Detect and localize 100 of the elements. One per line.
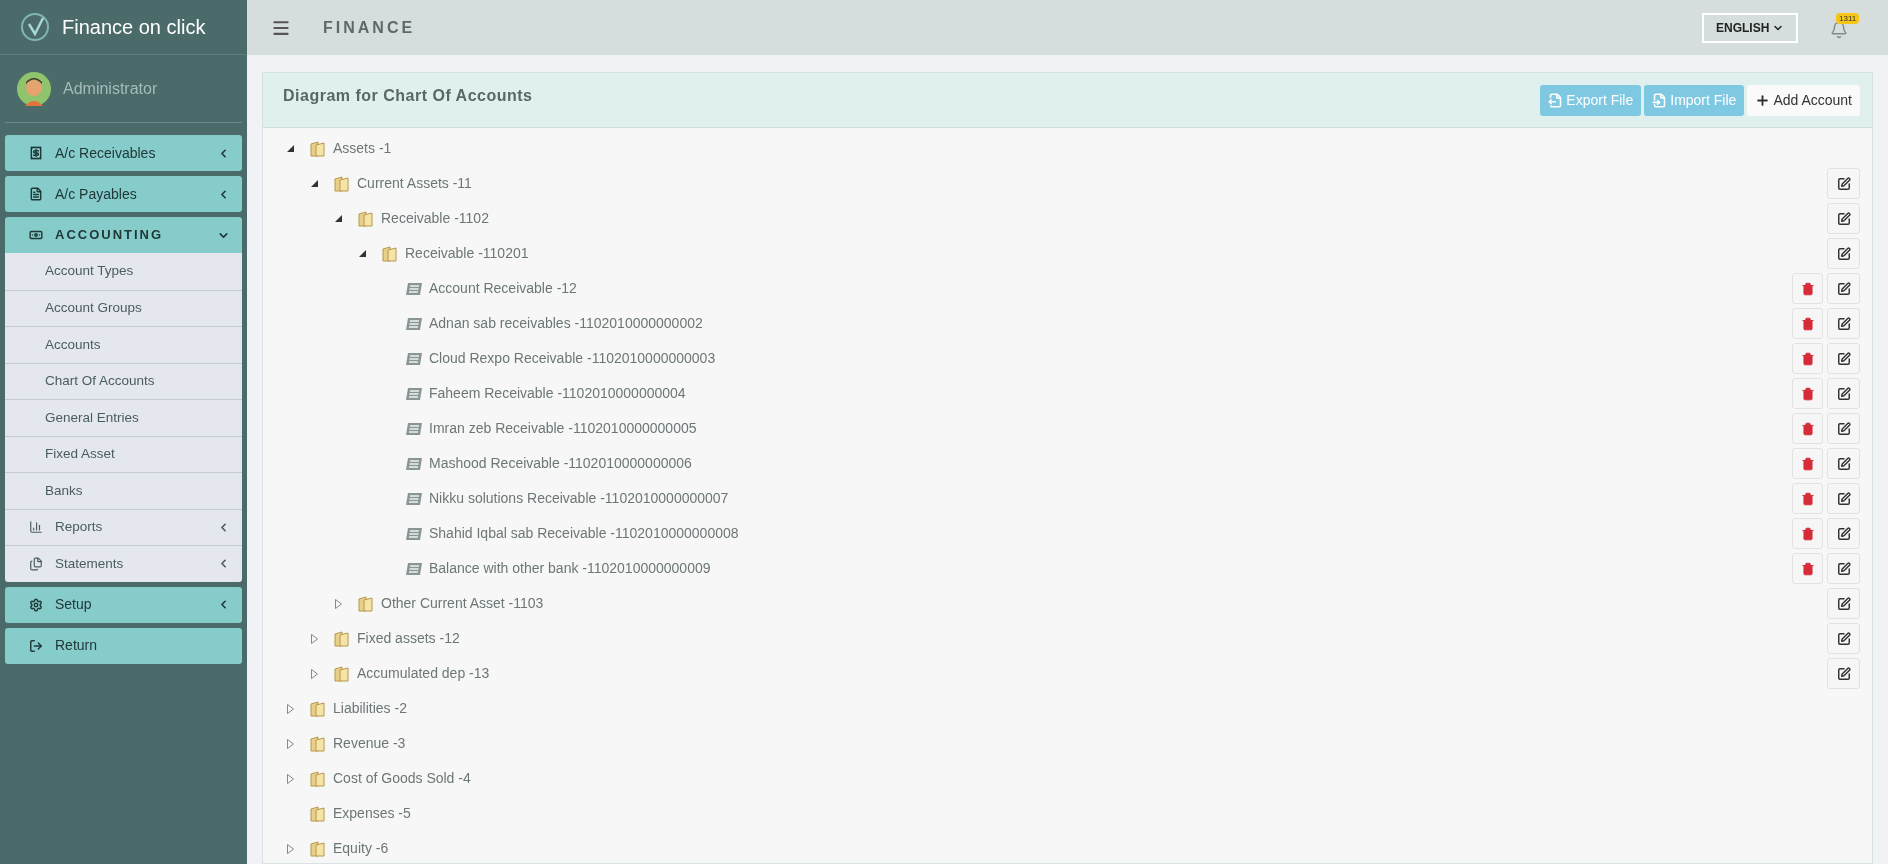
edit-icon [1836,351,1851,366]
tree-node-label[interactable]: Other Current Asset -1103 [381,593,544,614]
trash-icon [1800,316,1815,331]
collapsed-toggle-icon[interactable] [287,843,294,854]
collapsed-toggle-icon[interactable] [311,668,318,679]
ledger-icon [405,316,423,331]
trash-icon [1800,281,1815,296]
collapsed-toggle-icon[interactable] [287,773,294,784]
ledger-icon [405,526,423,541]
folder-icon [333,629,351,648]
tree-node-label[interactable]: Expenses -5 [333,803,411,824]
ledger-icon [405,421,423,436]
edit-button[interactable] [1827,553,1860,584]
edit-button[interactable] [1827,203,1860,234]
edit-icon [1836,176,1851,191]
submenu-item[interactable]: General Entries [5,399,242,436]
tree-node-label[interactable]: Revenue -3 [333,733,406,754]
delete-button[interactable] [1792,308,1823,339]
folder-icon [309,769,327,788]
edit-button[interactable] [1827,238,1860,269]
edit-button[interactable] [1827,448,1860,479]
tree-node-label[interactable]: Receivable -1102 [381,208,489,229]
edit-button[interactable] [1827,378,1860,409]
add-button[interactable]: Add Account [1747,84,1860,116]
tree-node-label[interactable]: Mashood Receivable -1102010000000006 [429,453,692,474]
submenu-item[interactable]: Accounts [5,326,242,363]
collapsed-toggle-icon[interactable] [287,738,294,749]
submenu-item[interactable]: Banks [5,472,242,509]
edit-button[interactable] [1827,518,1860,549]
panel-title: Diagram for Chart Of Accounts [283,86,534,106]
tree-node-label[interactable]: Adnan sab receivables -1102010000000002 [429,313,703,334]
expanded-toggle-icon[interactable] [359,250,366,257]
language-select[interactable]: ENGLISH [1702,12,1798,43]
submenu-item[interactable]: Account Types [5,253,242,290]
plus-icon [1755,92,1771,108]
folder-icon [357,209,375,228]
submenu-item[interactable]: Fixed Asset [5,435,242,472]
collapsed-toggle-icon[interactable] [335,598,342,609]
edit-button[interactable] [1827,413,1860,444]
edit-button[interactable] [1827,343,1860,374]
ledger-icon [405,456,423,471]
ledger-icon [405,281,423,296]
edit-button[interactable] [1827,308,1860,339]
trash-icon [1800,456,1815,471]
edit-button[interactable] [1827,483,1860,514]
edit-button[interactable] [1827,168,1860,199]
delete-button[interactable] [1792,518,1823,549]
expanded-toggle-icon[interactable] [335,215,342,222]
sidebar-menu-item[interactable]: ACCOUNTING [5,217,242,253]
delete-button[interactable] [1792,483,1823,514]
bell-icon[interactable] [1830,20,1848,39]
edit-button[interactable] [1827,658,1860,689]
tree-node-label[interactable]: Cost of Goods Sold -4 [333,768,471,789]
edit-icon [1836,316,1851,331]
tree-node-label[interactable]: Accumulated dep -13 [357,663,490,684]
submenu-item[interactable]: Chart Of Accounts [5,362,242,399]
sidebar-menu-item[interactable]: Setup [5,586,242,623]
trash-icon [1800,491,1815,506]
submenu-item[interactable]: Account Groups [5,289,242,326]
sidebar-menu-item[interactable]: Return [5,627,242,664]
tree-node-label[interactable]: Cloud Rexpo Receivable -1102010000000003 [429,348,716,369]
delete-button[interactable] [1792,413,1823,444]
tree-node-label[interactable]: Shahid Iqbal sab Receivable -1102010000000008 [429,523,739,544]
delete-button[interactable] [1792,448,1823,479]
ledger-icon [405,561,423,576]
tree-node-label[interactable]: Balance with other bank -1102010000000009 [429,558,711,579]
edit-icon [1836,561,1851,576]
edit-button[interactable] [1827,588,1860,619]
trash-icon [1800,561,1815,576]
tree-node-label[interactable]: Imran zeb Receivable -1102010000000005 [429,418,697,439]
delete-button[interactable] [1792,378,1823,409]
edit-icon [1836,666,1851,681]
edit-icon [1836,211,1851,226]
tree-node-label[interactable]: Assets -1 [333,138,392,159]
delete-button[interactable] [1792,553,1823,584]
ledger-icon [405,491,423,506]
tree-node-label[interactable]: Current Assets -11 [357,173,472,194]
edit-button[interactable] [1827,273,1860,304]
expanded-toggle-icon[interactable] [311,180,318,187]
submenu-item[interactable]: Reports [5,508,242,545]
expanded-toggle-icon[interactable] [287,145,294,152]
tree-node-label[interactable]: Nikku solutions Receivable -1102010000000007 [429,488,729,509]
edit-button[interactable] [1827,623,1860,654]
sidebar-menu-item[interactable]: A/c Payables [5,176,242,212]
sidebar-menu-item[interactable]: A/c Receivables [5,135,242,171]
tree-node-label[interactable]: Receivable -110201 [405,243,529,264]
trash-icon [1800,526,1815,541]
delete-button[interactable] [1792,343,1823,374]
collapsed-toggle-icon[interactable] [311,633,318,644]
tree-node-label[interactable]: Liabilities -2 [333,698,407,719]
brand-name: Finance on click [62,15,206,40]
submenu-item[interactable]: Statements [5,545,242,582]
tree-node-label[interactable]: Faheem Receivable -1102010000000004 [429,383,686,404]
folder-icon [309,139,327,158]
tree-node-label[interactable]: Fixed assets -12 [357,628,460,649]
tree-node-label[interactable]: Account Receivable -12 [429,278,577,299]
collapsed-toggle-icon[interactable] [287,703,294,714]
delete-button[interactable] [1792,273,1823,304]
folder-icon [309,804,327,823]
tree-node-label[interactable]: Equity -6 [333,838,389,859]
